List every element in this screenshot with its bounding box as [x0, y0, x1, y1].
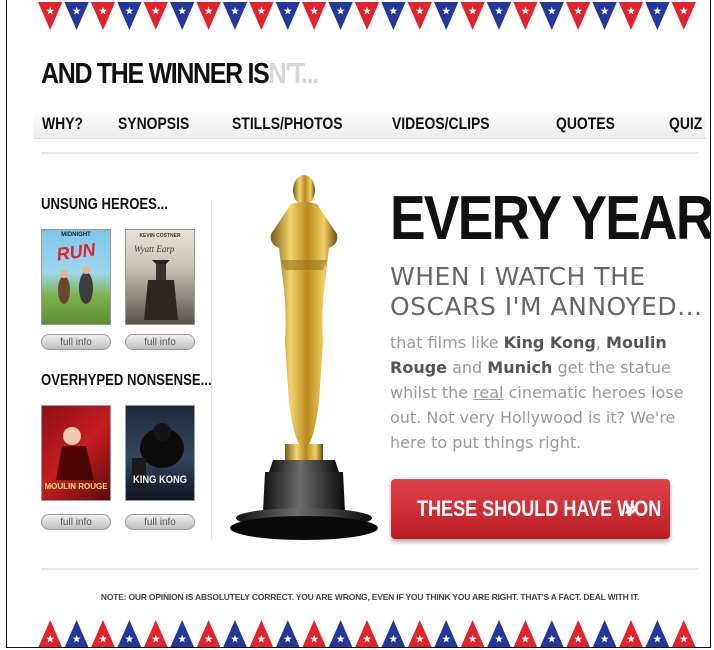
pennant-flag — [460, 2, 485, 30]
pennant-flag — [619, 620, 643, 647]
svg-text:Wyatt Earp: Wyatt Earp — [134, 244, 175, 254]
pennant-flag — [381, 2, 406, 30]
pennant-flag — [223, 620, 247, 647]
logo-faded: N'T... — [268, 58, 319, 90]
logo-main: AND THE WINNER IS — [41, 58, 270, 90]
runner-figures-icon — [58, 266, 93, 304]
pennant-flag — [486, 2, 512, 30]
pennant-flag — [671, 2, 696, 30]
pennant-flag — [672, 620, 696, 647]
pennant-flag — [645, 2, 670, 30]
these-should-have-won-button[interactable]: THESE SHOULD HAVE WON » — [391, 479, 670, 539]
divider-top — [41, 152, 699, 154]
pennant-flag — [434, 2, 459, 30]
pennant-flag — [249, 620, 274, 647]
pennant-flag — [407, 2, 432, 30]
nav-videos-clips[interactable]: VIDEOS/CLIPS — [392, 114, 490, 134]
pennant-flag — [275, 2, 300, 30]
pennant-flag — [566, 2, 591, 30]
full-info-button[interactable]: full info — [125, 514, 195, 530]
poster-king-kong[interactable]: KING KONG — [125, 405, 195, 501]
pennant-flag — [249, 2, 274, 30]
cowboy-figure-icon: Wyatt Earp — [134, 244, 178, 320]
pennant-flag — [170, 620, 194, 647]
bunting-bottom — [38, 620, 696, 647]
unsung-heading: UNSUNG HEROES... — [41, 196, 168, 213]
film-king-kong: King Kong — [503, 333, 596, 352]
body-text: , — [595, 333, 607, 352]
pennant-flag — [354, 2, 380, 30]
site-logo[interactable]: AND THE WINNER ISN'T... — [41, 58, 319, 91]
nav-synopsis[interactable]: SYNOPSIS — [118, 114, 189, 134]
pennant-flag — [618, 2, 644, 30]
pennant-flag — [434, 620, 458, 647]
nav-why[interactable]: WHY? — [42, 114, 83, 134]
poster-title: MOULIN ROUGE — [44, 482, 108, 491]
pennant-flag — [513, 2, 538, 30]
full-info-button[interactable]: full info — [125, 334, 195, 350]
oscar-statue-icon — [230, 175, 378, 540]
pennant-flag — [592, 2, 617, 30]
pennant-flag — [144, 620, 168, 647]
pennant-flag — [540, 620, 564, 647]
pennant-flag — [276, 620, 300, 647]
pennant-flag — [91, 620, 115, 647]
subhead-line-1: WHEN I WATCH THE — [390, 262, 646, 291]
gorilla-figure-icon — [132, 423, 184, 488]
pennant-flag — [645, 620, 670, 647]
hero-headline: EVERY YEAR — [390, 184, 711, 253]
subhead-line-2: OSCARS I'M ANNOYED... — [390, 292, 703, 321]
pennant-flag — [170, 2, 195, 30]
film-munich: Munich — [487, 358, 553, 377]
poster-moulin-rouge[interactable]: MOULIN ROUGE — [41, 405, 111, 501]
pennant-flag — [328, 620, 353, 647]
pennant-flag — [513, 620, 538, 647]
pennant-flag — [143, 2, 168, 30]
body-text: that films like — [390, 333, 504, 352]
sidebar-divider — [211, 200, 212, 540]
full-info-button[interactable]: full info — [41, 334, 111, 350]
pennant-flag — [381, 620, 406, 647]
nav-stills-photos[interactable]: STILLS/PHOTOS — [232, 114, 343, 134]
pennant-flag — [117, 620, 142, 647]
poster-wyatt-earp[interactable]: KEVIN COSTNER Wyatt Earp — [125, 229, 195, 325]
nav-quiz[interactable]: QUIZ — [669, 114, 702, 134]
pennant-flag — [64, 2, 89, 30]
pennant-flag — [408, 620, 432, 647]
pennant-flag — [302, 620, 326, 647]
pennant-flag — [64, 620, 89, 647]
hero-subhead: WHEN I WATCH THE OSCARS I'M ANNOYED... — [390, 262, 703, 322]
full-info-button[interactable]: full info — [41, 514, 111, 530]
pennant-flag — [328, 2, 353, 30]
main-nav: WHY? SYNOPSIS STILLS/PHOTOS VIDEOS/CLIPS… — [34, 110, 706, 139]
poster-title: KING KONG — [132, 474, 188, 486]
poster-midnight-run[interactable]: MIDNIGHT RUN — [41, 229, 111, 325]
footer-note: NOTE: OUR OPINION IS ABSOLUTELY CORRECT.… — [100, 592, 640, 602]
pennant-flag — [302, 2, 327, 30]
pennant-flag — [117, 2, 142, 30]
pennant-flag — [566, 620, 590, 647]
double-chevron-right-icon: » — [624, 494, 638, 521]
pennant-flag — [196, 620, 221, 647]
nav-quotes[interactable]: QUOTES — [556, 114, 615, 134]
hero-body: that films like King Kong, Moulin Rouge … — [390, 330, 700, 455]
divider-bottom — [41, 568, 699, 570]
page-frame: AND THE WINNER ISN'T... WHY? SYNOPSIS ST… — [6, 0, 711, 648]
body-text: and — [447, 358, 488, 377]
pennant-flag — [38, 2, 63, 30]
bunting-top — [38, 2, 696, 30]
overhyped-heading: OVERHYPED NONSENSE... — [41, 372, 212, 389]
emphasis-real: real — [473, 383, 504, 402]
pennant-flag — [487, 620, 511, 647]
pennant-flag — [355, 620, 379, 647]
pennant-flag — [196, 2, 221, 30]
pennant-flag — [592, 620, 617, 647]
pennant-flag — [38, 620, 62, 647]
pennant-flag — [222, 2, 248, 30]
pennant-flag — [90, 2, 116, 30]
pennant-flag — [539, 2, 564, 30]
pennant-flag — [460, 620, 485, 647]
